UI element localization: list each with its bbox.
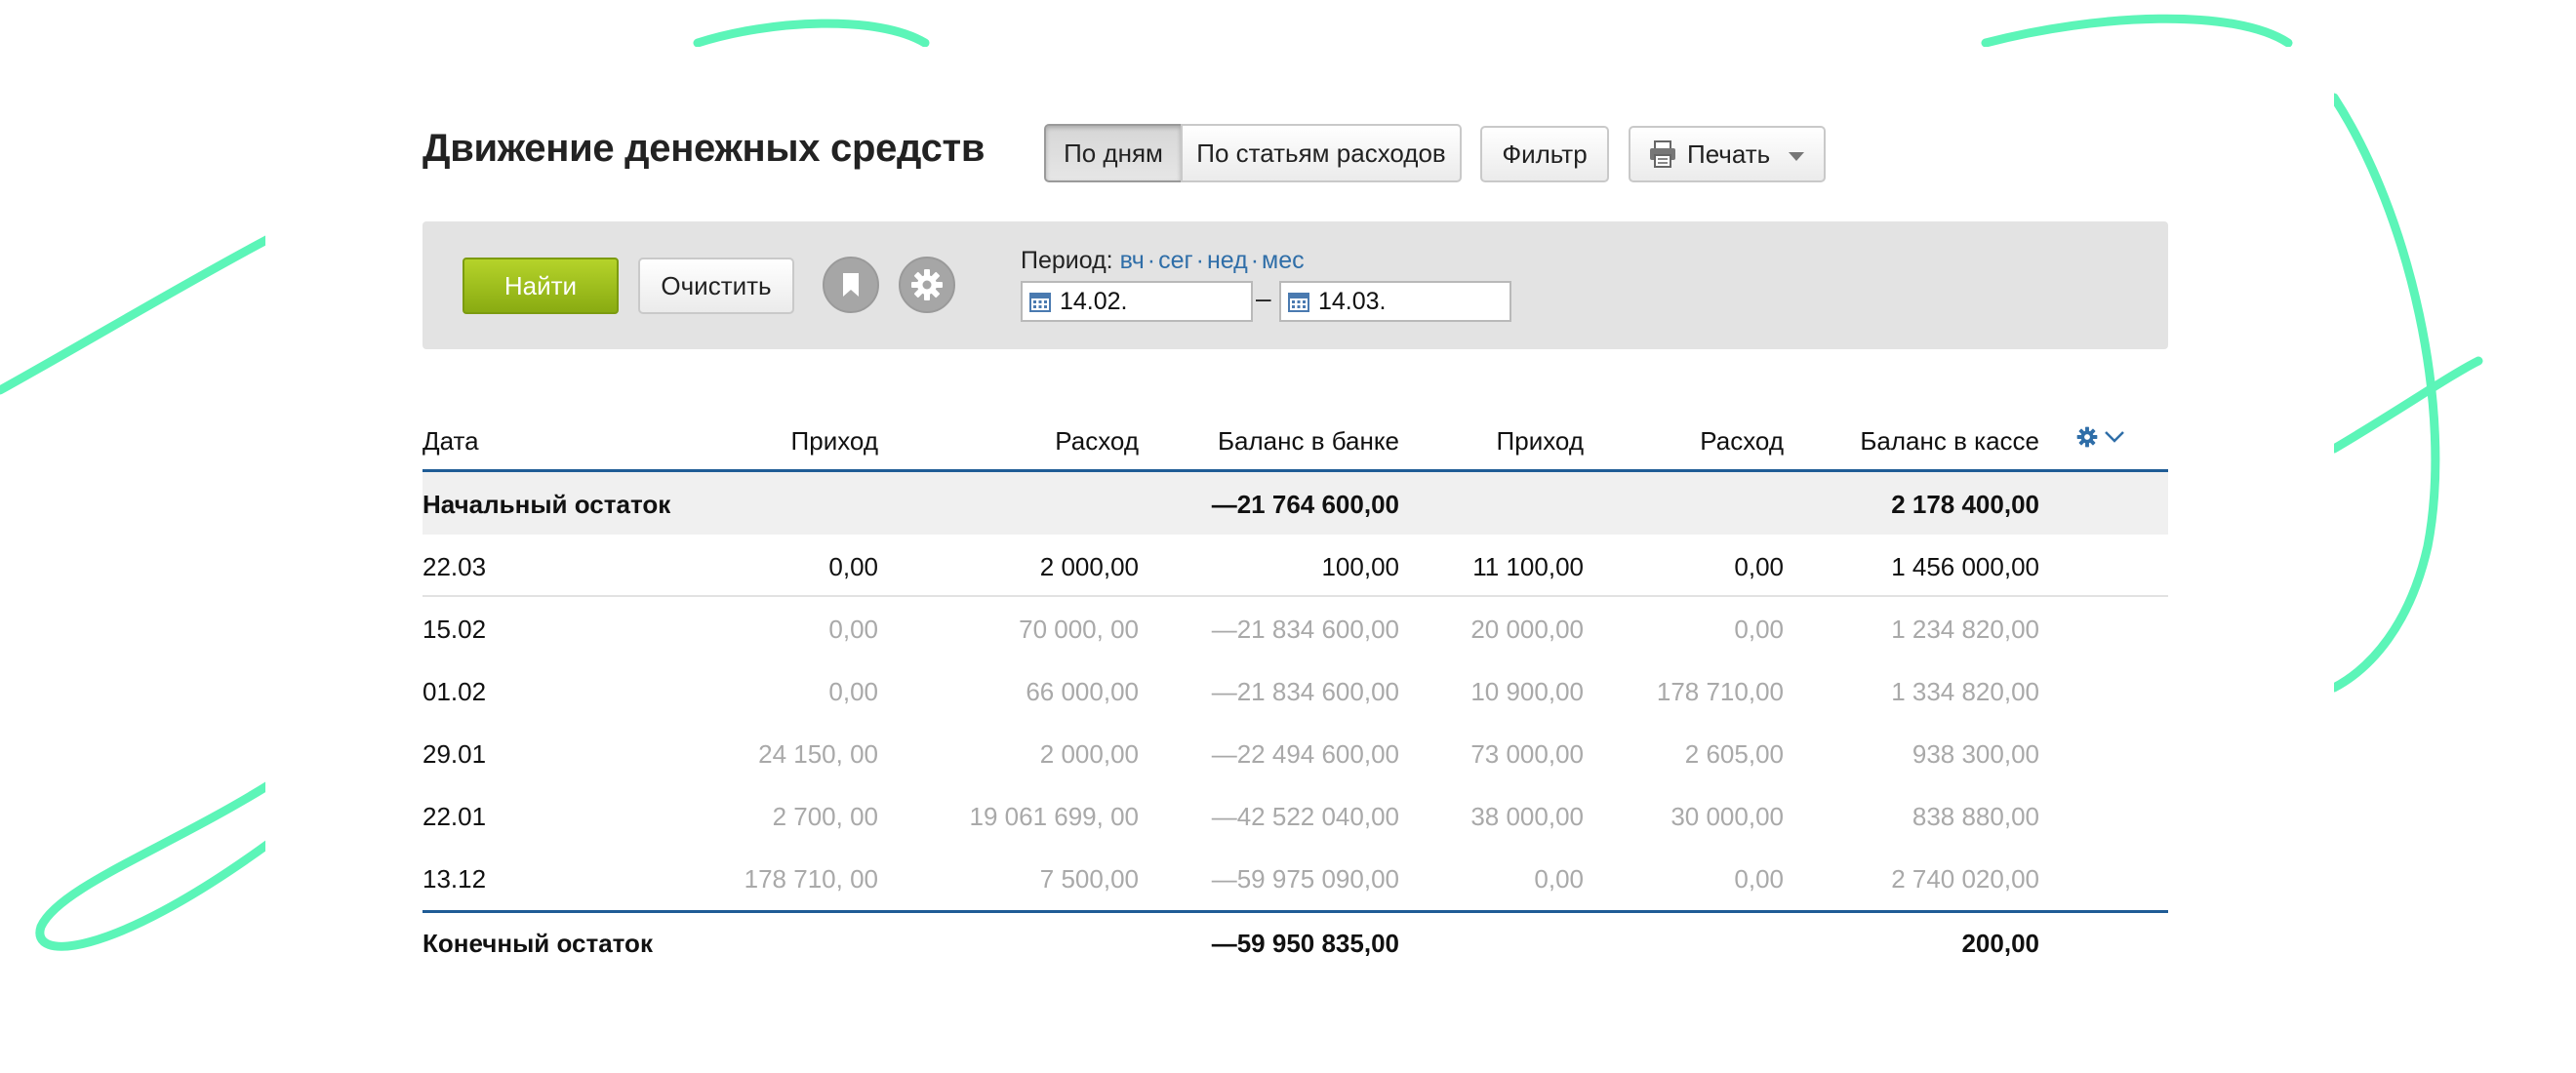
table-cell-bank-expense: 2 000,00 bbox=[1039, 552, 1139, 581]
opening-balance-label: Начальный остаток bbox=[423, 490, 671, 519]
column-header-bank-expense[interactable]: Расход bbox=[1055, 426, 1139, 457]
table-cell-cash-expense: 178 710,00 bbox=[1656, 677, 1784, 706]
column-header-date[interactable]: Дата bbox=[423, 426, 479, 457]
table-cell-bank-income: 2 700, 00 bbox=[772, 802, 878, 831]
row-divider bbox=[423, 595, 2168, 597]
table-cell-cash-balance: 1 334 820,00 bbox=[1891, 677, 2039, 706]
table-cell-cash-income: 0,00 bbox=[1534, 864, 1584, 894]
column-header-cash-income[interactable]: Приход bbox=[1497, 426, 1584, 457]
table-cell-cash-expense: 0,00 bbox=[1734, 864, 1784, 894]
date-from-field[interactable]: 14.02. bbox=[1021, 281, 1253, 322]
table-row-date[interactable]: 22.01 bbox=[423, 802, 486, 832]
table-cell-cash-expense: 30 000,00 bbox=[1670, 802, 1784, 831]
table-cell-bank-expense: 2 000,00 bbox=[1039, 739, 1139, 769]
table-row-date[interactable]: 22.03 bbox=[423, 552, 486, 582]
table-cell-cash-balance: 1 456 000,00 bbox=[1891, 552, 2039, 581]
table-cell-bank-expense: 19 061 699, 00 bbox=[969, 802, 1140, 831]
settings-button[interactable] bbox=[899, 257, 955, 313]
closing-balance-label: Конечный остаток bbox=[423, 929, 653, 958]
opening-bank-balance: —21 764 600,00 bbox=[1211, 490, 1399, 519]
table-row-date[interactable]: 13.12 bbox=[423, 864, 486, 894]
closing-bank-balance: —59 950 835,00 bbox=[1211, 929, 1399, 958]
table-cell-bank-expense: 66 000,00 bbox=[1026, 677, 1139, 706]
bookmark-button[interactable] bbox=[823, 257, 879, 313]
opening-cash-balance: 2 178 400,00 bbox=[1891, 490, 2039, 519]
table-cell-bank-income: 178 710, 00 bbox=[744, 864, 878, 894]
calendar-icon[interactable] bbox=[1028, 290, 1052, 313]
bookmark-icon bbox=[843, 273, 859, 297]
period-link-today[interactable]: сег bbox=[1158, 247, 1193, 274]
column-header-bank-income[interactable]: Приход bbox=[791, 426, 878, 457]
table-cell-cash-income: 10 900,00 bbox=[1470, 677, 1584, 706]
column-header-cash-balance[interactable]: Баланс в кассе bbox=[1860, 426, 2039, 457]
table-cell-cash-income: 38 000,00 bbox=[1470, 802, 1584, 831]
print-label: Печать bbox=[1687, 139, 1771, 169]
date-range-separator: – bbox=[1256, 283, 1271, 313]
table-cell-bank-expense: 70 000, 00 bbox=[1019, 615, 1139, 644]
page-title: Движение денежных средств bbox=[423, 127, 986, 170]
table-cell-cash-income: 73 000,00 bbox=[1470, 739, 1584, 769]
calendar-icon[interactable] bbox=[1287, 290, 1310, 313]
table-cell-bank-balance: —22 494 600,00 bbox=[1211, 739, 1399, 769]
period-link-month[interactable]: мес bbox=[1262, 247, 1305, 274]
period-label: Период: вч · сег · нед · мес bbox=[1021, 247, 1305, 274]
table-cell-bank-balance: —59 975 090,00 bbox=[1211, 864, 1399, 894]
table-cell-cash-balance: 2 740 020,00 bbox=[1891, 864, 2039, 894]
printer-icon bbox=[1650, 140, 1675, 168]
table-cell-bank-income: 0,00 bbox=[828, 552, 878, 581]
gear-icon bbox=[2076, 426, 2098, 448]
table-cell-bank-balance: —42 522 040,00 bbox=[1211, 802, 1399, 831]
table-row-date[interactable]: 15.02 bbox=[423, 615, 486, 645]
period-link-week[interactable]: нед bbox=[1207, 247, 1248, 274]
table-cell-cash-expense: 0,00 bbox=[1734, 615, 1784, 644]
table-cell-cash-income: 20 000,00 bbox=[1470, 615, 1584, 644]
column-header-cash-expense[interactable]: Расход bbox=[1700, 426, 1784, 457]
column-header-bank-balance[interactable]: Баланс в банке bbox=[1218, 426, 1399, 457]
gear-icon bbox=[911, 269, 943, 300]
table-cell-bank-expense: 7 500,00 bbox=[1039, 864, 1139, 894]
table-footer-rule bbox=[423, 910, 2168, 913]
table-cell-cash-balance: 838 880,00 bbox=[1912, 802, 2039, 831]
clear-button[interactable]: Очистить bbox=[638, 258, 794, 314]
view-by-days-button[interactable]: По дням bbox=[1044, 124, 1183, 182]
table-cell-bank-income: 0,00 bbox=[828, 615, 878, 644]
chevron-down-icon bbox=[2105, 431, 2124, 443]
column-settings-button[interactable] bbox=[2076, 426, 2125, 448]
table-cell-cash-balance: 938 300,00 bbox=[1912, 739, 2039, 769]
table-cell-cash-balance: 1 234 820,00 bbox=[1891, 615, 2039, 644]
table-cell-cash-expense: 2 605,00 bbox=[1684, 739, 1784, 769]
print-button[interactable]: Печать bbox=[1629, 126, 1826, 182]
table-row-date[interactable]: 29.01 bbox=[423, 739, 486, 770]
closing-cash-balance: 200,00 bbox=[1961, 929, 2039, 958]
dropdown-caret-icon[interactable] bbox=[1789, 152, 1804, 161]
table-cell-bank-balance: —21 834 600,00 bbox=[1211, 677, 1399, 706]
find-button[interactable]: Найти bbox=[463, 258, 619, 314]
period-link-yesterday[interactable]: вч bbox=[1120, 247, 1145, 274]
filter-button[interactable]: Фильтр bbox=[1480, 126, 1609, 182]
table-cell-bank-balance: 100,00 bbox=[1321, 552, 1399, 581]
table-cell-bank-income: 0,00 bbox=[828, 677, 878, 706]
view-by-categories-button[interactable]: По статьям расходов bbox=[1181, 124, 1462, 182]
table-cell-cash-income: 11 100,00 bbox=[1472, 552, 1584, 581]
table-row-date[interactable]: 01.02 bbox=[423, 677, 486, 707]
date-to-field[interactable]: 14.03. bbox=[1279, 281, 1511, 322]
table-cell-bank-income: 24 150, 00 bbox=[758, 739, 878, 769]
table-cell-bank-balance: —21 834 600,00 bbox=[1211, 615, 1399, 644]
table-cell-cash-expense: 0,00 bbox=[1734, 552, 1784, 581]
